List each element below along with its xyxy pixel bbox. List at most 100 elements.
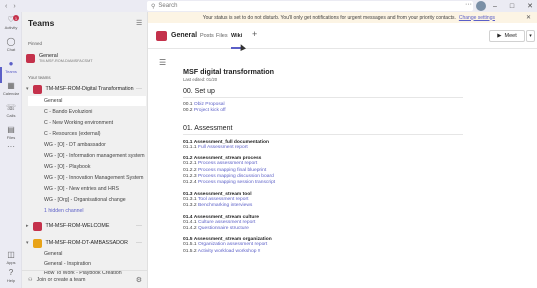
wiki-item-number: 01.3.1 (183, 196, 197, 202)
wiki-item-link[interactable]: Activity workload workshop !! (198, 249, 261, 254)
wiki-item-link[interactable]: Process mapping session transcript (198, 180, 275, 185)
team-row[interactable]: ▸ TM-MSF-ROM-WELCOME ··· (26, 219, 146, 233)
close-icon[interactable]: ✕ (527, 2, 533, 10)
wiki-item-number: 01.2.3 (183, 174, 197, 180)
change-settings-link[interactable]: Change settings (459, 15, 495, 21)
app-rail: ♡ 1 Activity ◯ Chat ● Teams ▦ Calendar ☏… (0, 12, 22, 288)
wiki-item-link[interactable]: Organization assessment report (198, 242, 267, 247)
team-avatar (32, 238, 42, 248)
wiki-menu-icon[interactable]: ☰ (159, 58, 166, 67)
wiki-item-link[interactable]: Project kick off (194, 108, 226, 113)
add-tab-icon[interactable]: + (252, 29, 257, 39)
close-icon[interactable]: ✕ (526, 14, 531, 21)
chevron-down-icon: ▾ (26, 240, 29, 246)
chat-icon: ◯ (6, 37, 16, 46)
channel-item[interactable]: WG - [Org] - Organisational change (28, 195, 146, 205)
phone-icon: ☏ (6, 103, 17, 112)
rail-label: Apps (6, 260, 16, 265)
banner-text: Your status is set to do not disturb. Yo… (202, 14, 456, 21)
more-icon: ··· (7, 142, 15, 151)
main-pane: Your status is set to do not disturb. Yo… (148, 12, 537, 288)
wiki-item: 00.2 Project kick off (183, 108, 503, 114)
rail-teams[interactable]: ● Teams (0, 59, 22, 79)
team-name: TM-MSF-ROM-Digital Transformation (45, 86, 134, 92)
wiki-item-number: 01.4.1 (183, 219, 197, 225)
wiki-item-number: 01.2.4 (183, 180, 197, 186)
wiki-item-number: 00.1 (183, 102, 193, 107)
rail-label: Teams (5, 69, 17, 74)
search-icon: ⚲ (151, 3, 156, 10)
forward-arrow-icon[interactable]: › (13, 3, 15, 10)
channel-item[interactable]: General (28, 249, 146, 259)
team-avatar (26, 53, 35, 63)
user-avatar[interactable] (476, 1, 486, 11)
wiki-item-link[interactable]: Tool assessment report (198, 197, 249, 202)
rail-chat[interactable]: ◯ Chat (0, 37, 22, 57)
teams-window: ‹ › ⚲ Search ··· – □ ✕ ♡ 1 Activity ◯ Ch… (0, 0, 537, 288)
team-more-icon[interactable]: ··· (136, 223, 142, 229)
join-team-label: Join or create a team (36, 276, 86, 283)
channel-item[interactable]: WG - [O] - DT ambassador (28, 140, 146, 150)
wiki-item-link[interactable]: Full Assessment report (198, 145, 248, 150)
channel-item[interactable]: WG - [O] - Innovation Management System (28, 173, 146, 183)
meet-button[interactable]: ▶ Meet (489, 30, 525, 42)
channel-item[interactable]: WG - [O] - New entries and HRS (28, 184, 146, 194)
channel-item[interactable]: C - New Working environment (28, 118, 146, 128)
wiki-item-link[interactable]: Process assessment report (198, 161, 257, 166)
wiki-item-link[interactable]: Process mapping discussion board (198, 174, 274, 179)
rail-calls[interactable]: ☏ Calls (0, 103, 22, 123)
rail-more[interactable]: ··· (0, 142, 22, 162)
maximize-icon[interactable]: □ (510, 3, 514, 10)
rail-label: Activity (4, 25, 18, 30)
wiki-item-link[interactable]: Benchmarking interviews (198, 203, 252, 208)
rail-calendar[interactable]: ▦ Calendar (0, 81, 22, 101)
minimize-icon[interactable]: – (493, 3, 497, 10)
rail-activity[interactable]: ♡ 1 Activity (0, 15, 22, 35)
hidden-channels-link[interactable]: 1 hidden channel (28, 206, 146, 216)
tab-wiki[interactable]: Wiki (231, 33, 242, 39)
rail-apps[interactable]: ◫ Apps (0, 250, 22, 270)
teams-sidebar: Teams ☰ Pinned General TM-MSF-ROM-DIAMSF… (22, 12, 148, 288)
wiki-item-number: 01.2.1 (183, 161, 197, 167)
rail-label: Chat (6, 47, 16, 52)
channel-item[interactable]: C - Bando Evoluzioni (28, 107, 146, 117)
channel-item[interactable]: C - Resources (external) (28, 129, 146, 139)
search-input[interactable]: ⚲ Search (147, 1, 473, 11)
title-bar: ‹ › ⚲ Search ··· – □ ✕ (0, 0, 537, 12)
team-avatar (32, 84, 42, 94)
calendar-icon: ▦ (7, 81, 15, 90)
filter-icon[interactable]: ☰ (136, 19, 142, 27)
team-row[interactable]: ▾ TM-MSF-ROM-DT-AMBASSADOR ··· (26, 236, 146, 250)
wiki-item: 01.3.2 Benchmarking interviews (183, 203, 503, 209)
pinned-channel-team: TM-MSF-ROM-DIAMSFACSMT (39, 59, 93, 63)
wiki-item-link[interactable]: Questionnaire structure (198, 226, 249, 231)
team-more-icon[interactable]: ··· (136, 86, 142, 92)
wiki-item-link[interactable]: Culture assessment report (198, 220, 255, 225)
nav-arrows: ‹ › (0, 3, 32, 10)
pinned-channel[interactable]: General TM-MSF-ROM-DIAMSFACSMT (26, 50, 146, 66)
tab-files[interactable]: Files (216, 33, 228, 39)
rail-label: Calendar (2, 91, 20, 96)
back-arrow-icon[interactable]: ‹ (5, 3, 7, 10)
channel-item[interactable]: General (28, 96, 146, 106)
apps-icon: ◫ (7, 250, 15, 259)
video-camera-icon: ▶ (497, 33, 502, 39)
team-logo (156, 31, 167, 41)
team-more-icon[interactable]: ··· (136, 240, 142, 246)
join-create-team[interactable]: ⚇ Join or create a team ⚙ (22, 270, 148, 288)
wiki-item: 01.2.4 Process mapping session transcrip… (183, 180, 503, 186)
window-controls: – □ ✕ (493, 0, 533, 12)
wiki-item: 01.1.1 Full Assessment report (183, 145, 503, 151)
channel-item[interactable]: WG - [O] - Playbook (28, 162, 146, 172)
gear-icon[interactable]: ⚙ (136, 276, 142, 284)
more-options-icon[interactable]: ··· (465, 1, 472, 8)
channel-item[interactable]: WG - [O] - Information management system (28, 151, 146, 161)
meet-dropdown-button[interactable]: ▾ (526, 30, 535, 42)
team-row[interactable]: ▾ TM-MSF-ROM-Digital Transformation ··· (26, 82, 146, 96)
wiki-item-number: 01.2.2 (183, 167, 197, 173)
sidebar-title: Teams (28, 18, 55, 28)
wiki-item-link[interactable]: Obiz Proposal (194, 102, 225, 107)
wiki-item-link[interactable]: Process mapping final blueprint (198, 168, 266, 173)
rail-help[interactable]: ? Help (0, 268, 22, 288)
tab-posts[interactable]: Posts (200, 33, 214, 39)
